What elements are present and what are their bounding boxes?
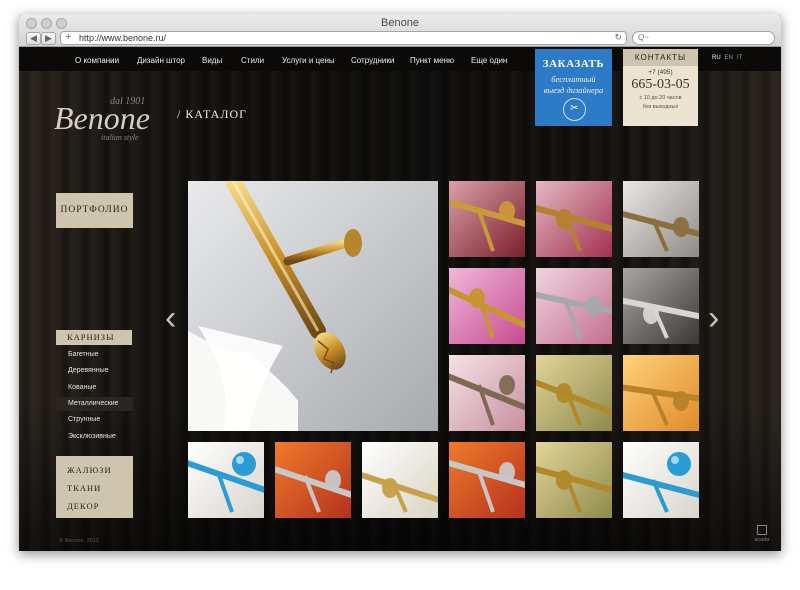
browser-search-field[interactable]: Q~ <box>632 31 775 45</box>
thumbnail-2[interactable] <box>623 181 699 257</box>
nav-item-2[interactable]: Виды <box>202 56 222 65</box>
subcategory-item-1[interactable]: Деревянные <box>56 364 133 378</box>
thumbnail-6[interactable] <box>449 355 525 431</box>
other-categories: ЖАЛЮЗИ ТКАНИ ДЕКОР <box>56 456 133 518</box>
thumbnail-5[interactable] <box>623 268 699 344</box>
thumbnail-14[interactable] <box>623 442 699 518</box>
curtain-rod-pink-gold-image <box>449 268 525 344</box>
thumbnail-9[interactable] <box>188 442 264 518</box>
curtain-rod-blue-ball-image <box>188 442 264 518</box>
scada-brand[interactable]: scada <box>751 525 773 543</box>
reload-icon[interactable]: ↻ <box>614 32 622 43</box>
add-bookmark-icon[interactable]: + <box>65 31 71 43</box>
category-jalousie[interactable]: ЖАЛЮЗИ <box>67 465 112 475</box>
nav-item-6[interactable]: Пункт меню <box>410 56 454 65</box>
browser-chrome: Benone ◀ ▶ + http://www.benone.ru/ ↻ Q~ <box>19 14 781 47</box>
subcategory-item-2[interactable]: Кованые <box>56 381 133 395</box>
thumbnail-13[interactable] <box>536 442 612 518</box>
language-switcher: RU EN IT <box>712 55 746 61</box>
back-button[interactable]: ◀ <box>26 32 41 45</box>
browser-window: Benone ◀ ▶ + http://www.benone.ru/ ↻ Q~ … <box>19 14 781 551</box>
thumbnail-4[interactable] <box>536 268 612 344</box>
curtain-rod-ornate-bronze-image <box>449 355 525 431</box>
copyright-text: © Benone, 2013 <box>59 538 99 544</box>
window-title: Benone <box>381 17 419 29</box>
thumbnail-1[interactable] <box>536 181 612 257</box>
nav-item-3[interactable]: Стили <box>241 56 264 65</box>
forward-button[interactable]: ▶ <box>41 32 56 45</box>
curtain-rod-orange-candle-2-image <box>449 442 525 518</box>
curtain-rod-gold-trumpet-image <box>362 442 438 518</box>
contacts-title[interactable]: КОНТАКТЫ <box>623 49 698 66</box>
subcategory-item-3[interactable]: Металлические <box>56 396 133 411</box>
thumbnail-12[interactable] <box>449 442 525 518</box>
curtain-rod-gold-green-image <box>536 355 612 431</box>
curtain-rod-gold-large-image <box>188 181 438 431</box>
scada-logo-icon <box>757 525 767 535</box>
thumbnail-11[interactable] <box>362 442 438 518</box>
subcategory-item-4[interactable]: Струнные <box>56 413 133 427</box>
category-fabrics[interactable]: ТКАНИ <box>67 483 101 493</box>
curtain-rod-pink-cone-image <box>536 181 612 257</box>
forward-arrow-icon: ▶ <box>45 33 52 43</box>
order-designer-button[interactable]: ЗАКАЗАТЬ бесплатный выезд дизайнера ✂ <box>535 49 612 126</box>
needle-thread-icon: ✂ <box>563 98 586 121</box>
order-title: ЗАКАЗАТЬ <box>542 58 605 70</box>
gallery-prev-arrow-icon[interactable]: ‹ <box>165 299 176 338</box>
page-title: / КАТАЛОГ <box>177 107 248 121</box>
curtain-rod-chrome-pattern-image <box>623 268 699 344</box>
nav-item-0[interactable]: О компании <box>75 56 119 65</box>
subcategory-item-5[interactable]: Эксклюзивные <box>56 430 133 444</box>
category-decor[interactable]: ДЕКОР <box>67 501 99 511</box>
phone-number: 665-03-05 <box>631 77 690 92</box>
category-carnizy[interactable]: КАРНИЗЫ <box>56 330 132 345</box>
nav-item-4[interactable]: Услуги и цены <box>282 56 335 65</box>
lang-en[interactable]: EN <box>725 55 733 61</box>
nav-item-1[interactable]: Дизайн штор <box>137 56 185 65</box>
curtain-rod-blue-ball-2-image <box>623 442 699 518</box>
thumbnail-7[interactable] <box>536 355 612 431</box>
thumbnail-10[interactable] <box>275 442 351 518</box>
portfolio-button[interactable]: ПОРТФОЛИО <box>56 193 133 228</box>
working-days: без выходных <box>642 104 679 110</box>
curtain-rod-gold-green-2-image <box>536 442 612 518</box>
contacts-panel: КОНТАКТЫ +7 (495) 665-03-05 с 10 до 20 ч… <box>623 49 698 126</box>
thumbnail-8[interactable] <box>623 355 699 431</box>
curtain-rod-red-image <box>449 181 525 257</box>
curtain-rod-orange-candle-image <box>275 442 351 518</box>
curtain-rod-bronze-grey-image <box>623 181 699 257</box>
logo-name: Benone <box>54 100 150 136</box>
nav-item-7[interactable]: Еще один <box>471 56 507 65</box>
phone-code: +7 (495) <box>648 69 673 76</box>
url-text: http://www.benone.ru/ <box>79 33 167 43</box>
back-arrow-icon: ◀ <box>30 33 37 43</box>
curtain-rod-pink-silver-image <box>536 268 612 344</box>
lang-ru[interactable]: RU <box>712 55 721 61</box>
lang-it[interactable]: IT <box>737 55 742 61</box>
gallery-next-arrow-icon[interactable]: › <box>708 299 719 338</box>
working-hours: с 10 до 20 часов <box>639 95 682 101</box>
address-bar[interactable]: + http://www.benone.ru/ ↻ <box>60 31 627 45</box>
logo-tagline: italian style <box>101 133 139 142</box>
thumbnail-3[interactable] <box>449 268 525 344</box>
webpage: О компании Дизайн штор Виды Стили Услуги и ц… <box>19 47 781 551</box>
subcategory-item-0[interactable]: Багетные <box>56 348 133 362</box>
thumbnail-0[interactable] <box>449 181 525 257</box>
order-line-2: выезд дизайнера <box>543 85 604 95</box>
curtain-rod-orange-gold-image <box>623 355 699 431</box>
scada-label: scada <box>754 537 770 543</box>
order-line-1: бесплатный <box>551 74 596 84</box>
main-product-image[interactable] <box>188 181 438 431</box>
nav-item-5[interactable]: Сотрудники <box>351 56 394 65</box>
